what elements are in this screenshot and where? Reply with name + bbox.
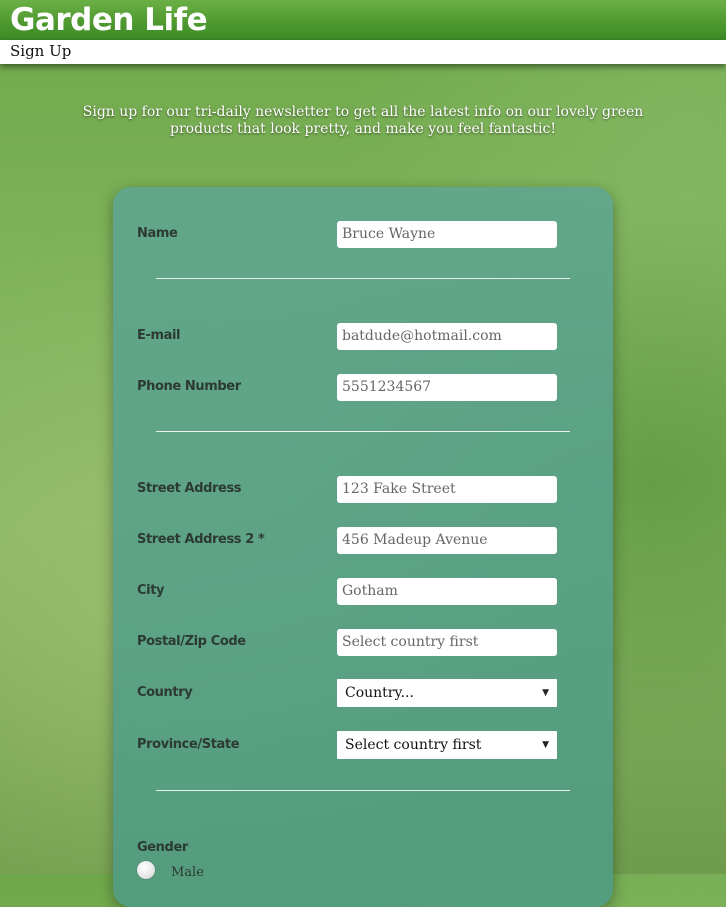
divider [156, 278, 570, 279]
app-title: Garden Life [10, 2, 208, 38]
street-address-field[interactable]: 123 Fake Street [337, 476, 557, 503]
postal-code-label: Postal/Zip Code [137, 634, 246, 649]
street-address-2-label: Street Address 2 * [137, 532, 265, 547]
gender-male-label: Male [171, 865, 204, 880]
street-address-2-field[interactable]: 456 Madeup Avenue [337, 527, 557, 554]
city-field[interactable]: Gotham [337, 578, 557, 605]
phone-field[interactable]: 5551234567 [337, 374, 557, 401]
phone-label: Phone Number [137, 379, 241, 394]
country-select[interactable]: Country... ▼ [337, 679, 557, 707]
app-header: Garden Life [0, 0, 726, 40]
chevron-down-icon: ▼ [542, 740, 549, 750]
province-state-select[interactable]: Select country first ▼ [337, 731, 557, 759]
country-select-value: Country... [345, 685, 414, 701]
intro-line-2: products that look pretty, and make you … [169, 121, 556, 137]
signup-form: Name Bruce Wayne E-mail batdude@hotmail.… [113, 187, 613, 907]
intro-text: Sign up for our tri-daily newsletter to … [80, 104, 646, 138]
divider [156, 431, 570, 432]
email-field[interactable]: batdude@hotmail.com [337, 323, 557, 350]
gender-male-radio[interactable] [137, 861, 155, 879]
province-select-value: Select country first [345, 737, 482, 753]
name-label: Name [137, 226, 178, 241]
country-label: Country [137, 685, 193, 700]
email-label: E-mail [137, 328, 181, 343]
street-address-label: Street Address [137, 481, 242, 496]
nav-bar: Sign Up [0, 40, 726, 64]
gender-label: Gender [137, 840, 188, 855]
postal-code-field[interactable]: Select country first [337, 629, 557, 656]
province-state-label: Province/State [137, 737, 240, 752]
intro-line-1: Sign up for our tri-daily newsletter to … [82, 104, 644, 120]
chevron-down-icon: ▼ [542, 688, 549, 698]
name-field[interactable]: Bruce Wayne [337, 221, 557, 248]
divider [156, 790, 570, 791]
city-label: City [137, 583, 165, 598]
nav-signup-link[interactable]: Sign Up [10, 42, 71, 60]
